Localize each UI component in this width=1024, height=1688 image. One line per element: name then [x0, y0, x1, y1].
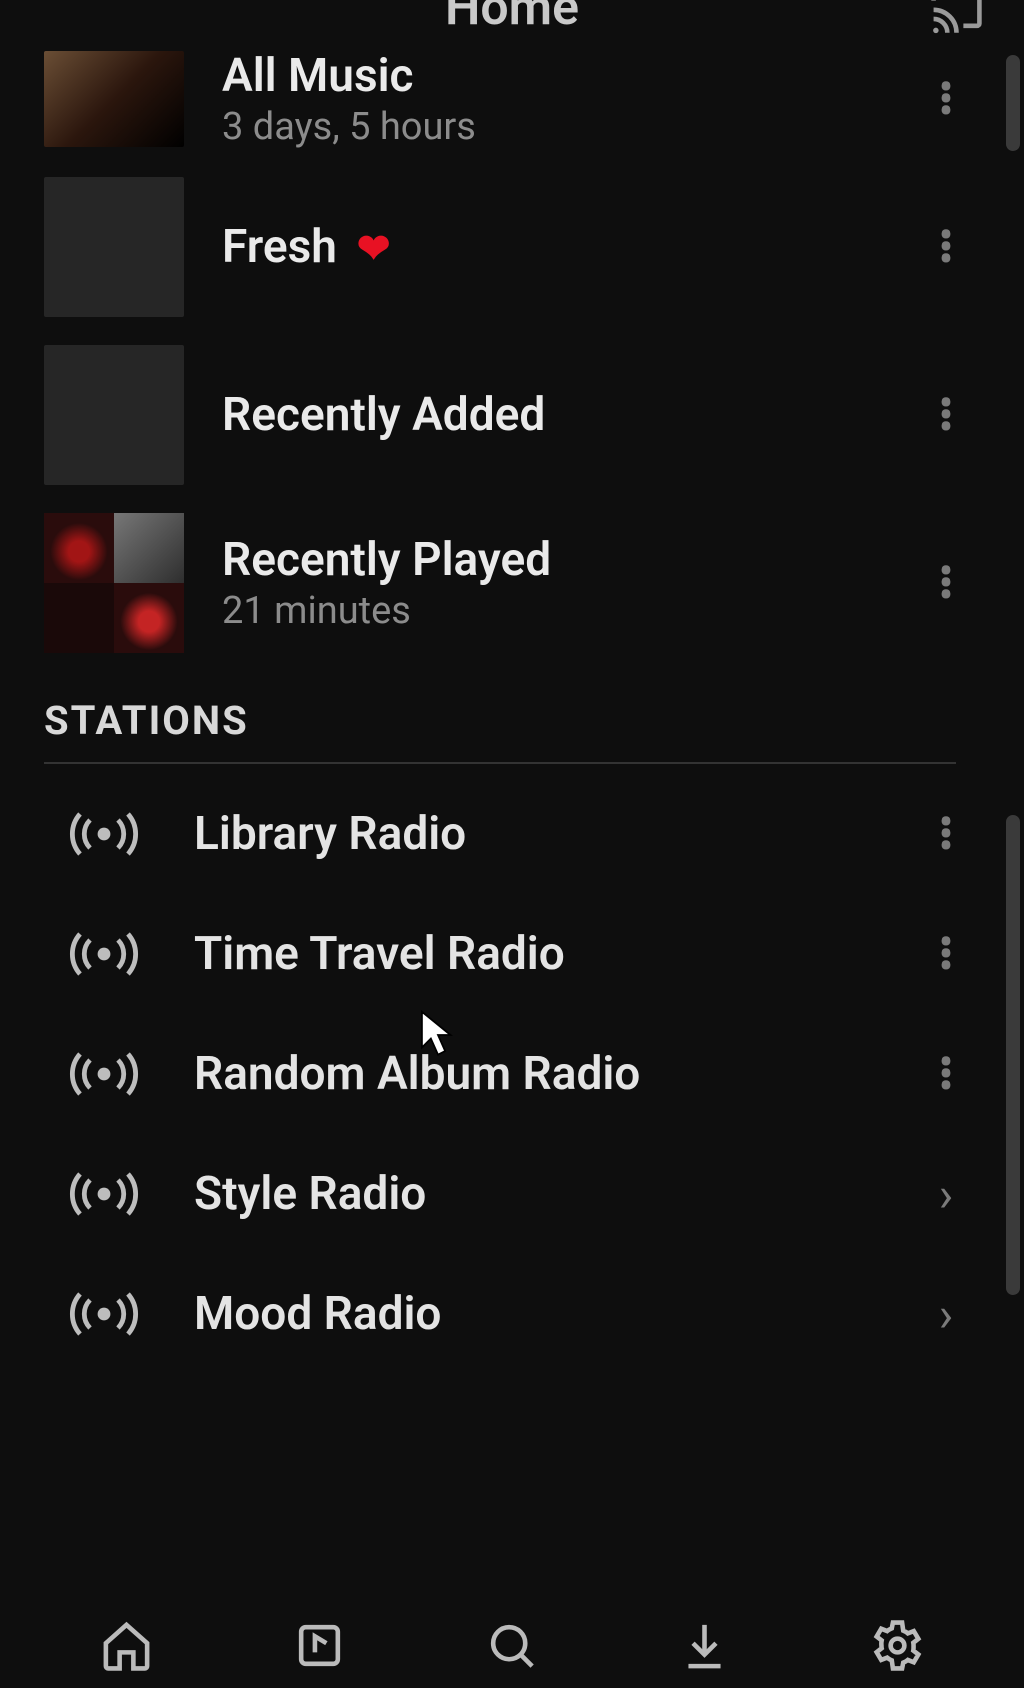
station-row[interactable]: Mood Radio ›	[0, 1254, 1000, 1374]
more-icon[interactable]: •••	[922, 936, 970, 972]
station-title: Random Album Radio	[194, 1047, 922, 1101]
app-header: Home	[0, 0, 1024, 45]
radio-icon	[44, 1284, 164, 1344]
more-icon[interactable]: •••	[922, 229, 970, 265]
playlist-subtitle: 3 days, 5 hours	[222, 105, 922, 149]
download-icon[interactable]	[677, 1618, 732, 1677]
playlist-thumbnail	[44, 513, 184, 653]
playlist-row[interactable]: All Music 3 days, 5 hours •••	[0, 49, 1000, 163]
playlist-title: Recently Added	[222, 388, 922, 442]
station-row[interactable]: Random Album Radio •••	[0, 1014, 1000, 1134]
more-icon[interactable]: •••	[922, 81, 970, 117]
playlist-thumbnail	[44, 177, 184, 317]
station-title: Style Radio	[194, 1167, 922, 1221]
playlist-row[interactable]: Recently Played 21 minutes •••	[0, 499, 1000, 667]
playlist-subtitle: 21 minutes	[222, 589, 922, 633]
more-icon[interactable]: •••	[922, 565, 970, 601]
library-icon[interactable]	[292, 1618, 347, 1677]
cast-icon[interactable]	[929, 0, 984, 39]
playlist-title: Recently Played	[222, 533, 922, 587]
playlist-title: All Music	[222, 49, 922, 103]
section-header-stations: STATIONS	[0, 667, 1000, 762]
station-row[interactable]: Library Radio •••	[0, 774, 1000, 894]
more-icon[interactable]: •••	[922, 816, 970, 852]
playlist-title-text: Fresh	[222, 220, 337, 274]
chevron-right-icon[interactable]: ›	[922, 1166, 970, 1223]
playlist-row[interactable]: Recently Added •••	[0, 331, 1000, 499]
heart-icon: ❤	[357, 229, 391, 269]
more-icon[interactable]: •••	[922, 397, 970, 433]
playlist-title: Fresh ❤	[222, 220, 922, 274]
chevron-right-icon[interactable]: ›	[922, 1286, 970, 1343]
radio-icon	[44, 1164, 164, 1224]
station-title: Time Travel Radio	[194, 927, 922, 981]
main-content: All Music 3 days, 5 hours ••• Fresh ❤ ••…	[0, 55, 1000, 1618]
station-row[interactable]: Time Travel Radio •••	[0, 894, 1000, 1014]
home-icon[interactable]	[99, 1618, 154, 1677]
more-icon[interactable]: •••	[922, 1056, 970, 1092]
settings-icon[interactable]	[870, 1618, 925, 1677]
divider	[44, 762, 956, 764]
playlist-thumbnail	[44, 345, 184, 485]
playlist-row[interactable]: Fresh ❤ •••	[0, 163, 1000, 331]
scrollbar[interactable]	[1002, 55, 1024, 1618]
search-icon[interactable]	[484, 1618, 539, 1677]
radio-icon	[44, 804, 164, 864]
station-row[interactable]: Style Radio ›	[0, 1134, 1000, 1254]
station-title: Library Radio	[194, 807, 922, 861]
radio-icon	[44, 1044, 164, 1104]
page-title: Home	[445, 0, 579, 37]
playlist-thumbnail	[44, 51, 184, 147]
station-title: Mood Radio	[194, 1287, 922, 1341]
radio-icon	[44, 924, 164, 984]
